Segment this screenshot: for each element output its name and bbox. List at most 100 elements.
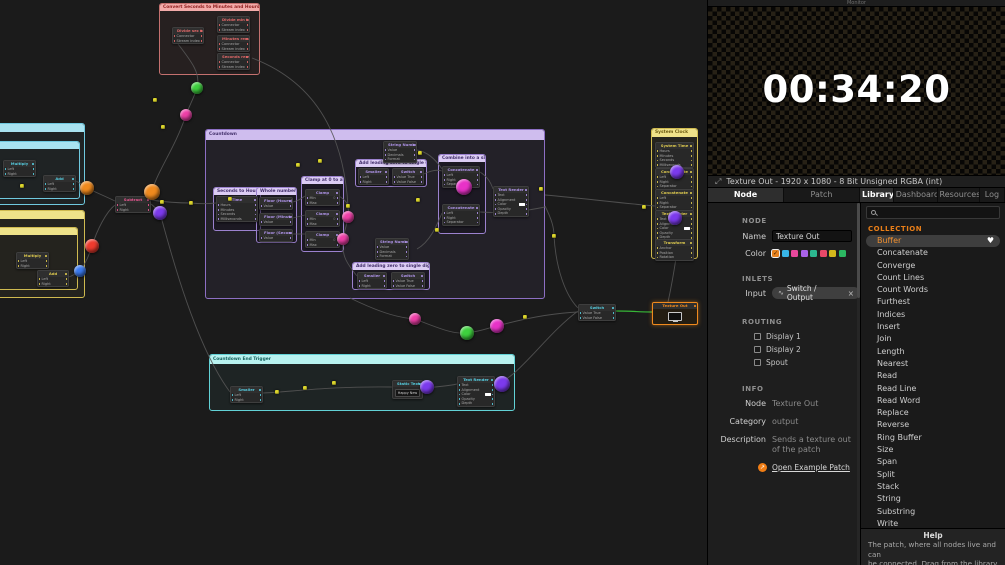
tab-node[interactable]: Node: [708, 188, 784, 202]
input-port[interactable]: [458, 388, 461, 391]
output-port[interactable]: [289, 221, 292, 224]
library-item-concatenate[interactable]: Concatenate: [861, 247, 1005, 259]
output-port[interactable]: [147, 204, 150, 207]
wire-dot[interactable]: [228, 197, 232, 201]
input-port[interactable]: [384, 149, 387, 152]
input-port[interactable]: [376, 255, 379, 258]
output-port[interactable]: [385, 180, 388, 183]
input-port[interactable]: [656, 180, 659, 183]
color-swatch-6[interactable]: [829, 250, 836, 257]
node-multiply[interactable]: Multiply Left Right: [3, 160, 36, 178]
tab-patch[interactable]: Patch: [784, 188, 860, 202]
output-port[interactable]: [525, 208, 528, 210]
node-switch[interactable]: Switch Value True Value False: [578, 304, 616, 322]
output-port[interactable]: [525, 194, 528, 197]
input-port[interactable]: [217, 208, 220, 211]
library-item-span[interactable]: Span: [861, 456, 1005, 468]
connection-ball[interactable]: [153, 206, 167, 220]
output-port[interactable]: [690, 154, 693, 157]
library-item-nearest[interactable]: Nearest: [861, 358, 1005, 370]
output-port[interactable]: [246, 65, 249, 68]
input-port[interactable]: [306, 239, 309, 242]
connection-ball[interactable]: [191, 82, 203, 94]
output-port[interactable]: [405, 246, 408, 249]
name-input[interactable]: Texture Out: [772, 230, 852, 242]
text-value-box[interactable]: Happy New Year: [395, 388, 420, 397]
output-port[interactable]: [690, 176, 693, 179]
tab-dashboard[interactable]: Dashboard: [893, 188, 938, 202]
output-port[interactable]: [476, 212, 479, 215]
input-port[interactable]: [231, 394, 234, 397]
wire[interactable]: [544, 205, 579, 309]
connection-ball[interactable]: [337, 233, 349, 245]
output-port[interactable]: [525, 212, 528, 215]
input-port[interactable]: [656, 256, 659, 259]
output-port[interactable]: [383, 284, 386, 287]
output-port[interactable]: [405, 250, 408, 253]
output-port[interactable]: [525, 203, 528, 206]
library-item-ring-buffer[interactable]: Ring Buffer: [861, 432, 1005, 444]
library-item-replace[interactable]: Replace: [861, 407, 1005, 419]
output-port[interactable]: [690, 251, 693, 254]
tab-resources[interactable]: Resources: [937, 188, 980, 202]
output-port[interactable]: [259, 394, 262, 397]
output-port[interactable]: [690, 247, 693, 250]
library-item-reverse[interactable]: Reverse: [861, 419, 1005, 431]
input-port[interactable]: [376, 250, 379, 253]
tab-library[interactable]: Library: [860, 188, 894, 202]
input-port[interactable]: [579, 312, 582, 315]
output-port[interactable]: [525, 198, 528, 201]
connection-ball[interactable]: [342, 211, 354, 223]
library-item-converge[interactable]: Converge: [861, 260, 1005, 272]
input-port[interactable]: [458, 393, 461, 396]
wire-dot[interactable]: [296, 163, 300, 167]
color-value-swatch[interactable]: [518, 203, 525, 206]
input-port[interactable]: [4, 172, 7, 175]
output-port[interactable]: [72, 187, 75, 190]
output-port[interactable]: [65, 282, 68, 285]
output-port[interactable]: [690, 197, 693, 200]
output-port[interactable]: [336, 201, 339, 204]
input-port[interactable]: [358, 284, 361, 287]
input-port[interactable]: [231, 398, 234, 401]
library-search[interactable]: [866, 206, 1000, 219]
output-port[interactable]: [420, 176, 423, 179]
color-value-swatch[interactable]: [683, 227, 690, 230]
output-port[interactable]: [491, 388, 494, 391]
wire-dot[interactable]: [161, 125, 165, 129]
output-port[interactable]: [690, 201, 693, 204]
node-string-number[interactable]: String NumberValueDecimalsFormat: [375, 238, 409, 260]
wire-dot[interactable]: [160, 200, 164, 204]
output-port[interactable]: [254, 204, 257, 207]
node-floor-hours[interactable]: Floor (Hours) Value: [259, 197, 293, 210]
node-smaller[interactable]: Smaller Left Right: [358, 168, 389, 186]
output-port[interactable]: [32, 172, 35, 175]
expand-icon[interactable]: ⤢: [715, 177, 721, 187]
input-port[interactable]: [393, 180, 396, 183]
output-port[interactable]: [336, 197, 339, 200]
output-port[interactable]: [612, 316, 615, 319]
output-port[interactable]: [45, 264, 48, 267]
wire[interactable]: [544, 194, 656, 207]
input-port[interactable]: [443, 221, 446, 224]
output-port[interactable]: [336, 222, 339, 225]
library-item-indices[interactable]: Indices: [861, 309, 1005, 321]
input-port[interactable]: [38, 278, 41, 281]
input-port[interactable]: [217, 204, 220, 207]
output-port[interactable]: [413, 153, 416, 156]
wire[interactable]: [262, 386, 393, 394]
wire-dot[interactable]: [418, 151, 422, 155]
output-port[interactable]: [690, 222, 693, 225]
connection-ball[interactable]: [80, 181, 94, 195]
remove-connection-icon[interactable]: ×: [848, 289, 854, 298]
node-seconds-remaining[interactable]: Seconds remainingConnectorStream index: [217, 53, 250, 71]
node-smaller[interactable]: Smaller Left Right: [357, 272, 387, 290]
library-item-split[interactable]: Split: [861, 469, 1005, 481]
input-port[interactable]: [306, 197, 309, 200]
library-item-read[interactable]: Read: [861, 370, 1005, 382]
node-clamp[interactable]: Clamp 0 Min Max: [305, 231, 340, 249]
output-port[interactable]: [420, 180, 423, 183]
input-port[interactable]: [306, 243, 309, 246]
wire-dot[interactable]: [189, 201, 193, 205]
wire-dot[interactable]: [20, 184, 24, 188]
